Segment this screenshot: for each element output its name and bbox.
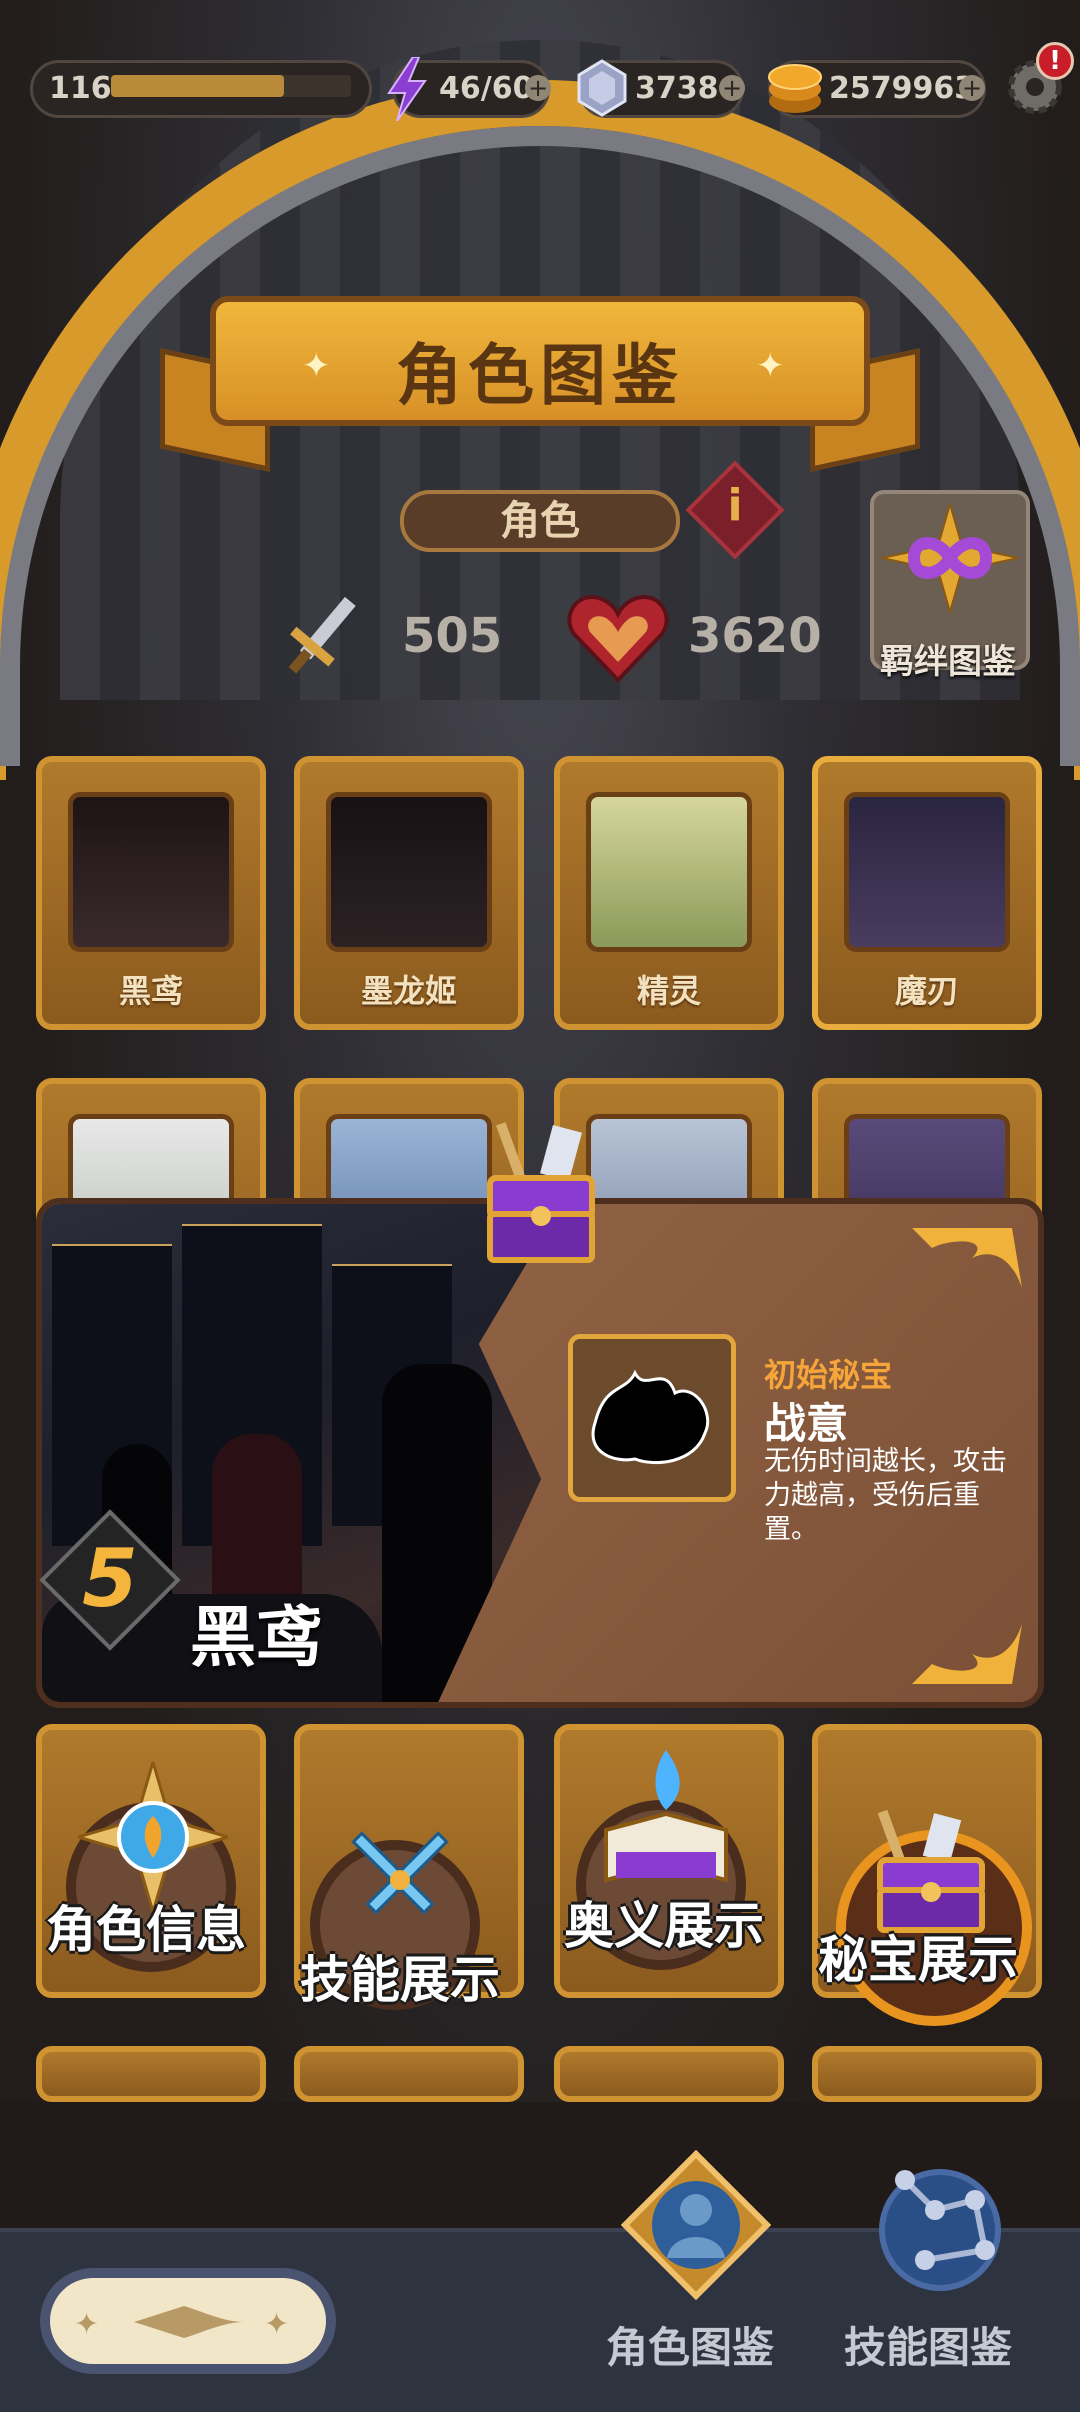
infinity-icon — [881, 504, 1019, 614]
gem-icon — [577, 59, 627, 117]
secret-showcase-label: 奥义展示 — [564, 1897, 764, 1955]
nav-character-book-label: 角色图鉴 — [606, 2323, 775, 2372]
character-book-icon — [621, 2150, 771, 2300]
character-info-label: 角色信息 — [46, 1901, 246, 1959]
heart-icon — [567, 595, 669, 683]
rank-number: 5 — [82, 1532, 138, 1625]
top-bar: 116 46/60 + 3738 + 2579963 + ! — [0, 0, 1080, 170]
gold-counter[interactable]: 2579963 + — [768, 60, 986, 118]
energy-plus-button[interactable]: + — [525, 75, 551, 101]
health-value: 3620 — [688, 608, 822, 664]
sword-icon — [288, 596, 356, 674]
character-card[interactable]: 黑鸢 — [36, 756, 266, 1030]
sparkle-icon: ✦ — [756, 346, 785, 386]
level-bar: 116 — [30, 60, 372, 118]
magic-book-icon — [604, 1750, 728, 1883]
gem-plus-button[interactable]: + — [719, 75, 745, 101]
character-card[interactable]: 精灵 — [554, 756, 784, 1030]
treasure-showcase-label: 秘宝展示 — [818, 1931, 1018, 1989]
treasure-chest-icon — [487, 1122, 595, 1263]
constellation-icon — [879, 2169, 1001, 2291]
nav-character-book[interactable]: 角色图鉴 — [596, 2150, 796, 2400]
gold-value: 2579963 — [829, 71, 976, 106]
popup-character-name: 黑鸢 — [190, 1599, 322, 1676]
skill-showcase-label: 技能展示 — [300, 1951, 500, 2009]
notification-badge: ! — [1036, 42, 1074, 80]
attack-value: 505 — [402, 608, 503, 664]
treasure-silhouette-icon — [591, 1369, 710, 1465]
nav-skill-book[interactable]: 技能图鉴 — [840, 2150, 1040, 2400]
gem-value: 3738 — [635, 71, 719, 106]
character-portrait — [68, 792, 234, 952]
crossed-swords-icon — [351, 1831, 449, 1915]
character-info-button[interactable]: 角色信息 — [44, 1762, 264, 1982]
secret-showcase-button[interactable]: 奥义展示 — [556, 1740, 786, 1970]
skill-showcase-button[interactable]: 技能展示 — [300, 1820, 530, 2040]
gem-counter[interactable]: 3738 + — [577, 59, 745, 118]
treasure-showcase-button[interactable]: 秘宝展示 — [812, 1810, 1052, 2040]
character-portrait — [844, 792, 1010, 952]
tab-characters[interactable]: 角色 — [400, 490, 680, 552]
character-portrait — [326, 792, 492, 952]
nav-skill-book-label: 技能图鉴 — [844, 2323, 1013, 2372]
level-number: 116 — [49, 71, 112, 106]
settings-button[interactable]: ! — [1004, 42, 1074, 118]
character-card[interactable] — [554, 2046, 784, 2102]
title-banner: ✦ 角色图鉴 ✦ — [210, 296, 870, 426]
character-card[interactable] — [294, 2046, 524, 2102]
corner-ornament-icon — [912, 1624, 1022, 1684]
character-name: 黑鸢 — [118, 972, 183, 1010]
back-button[interactable]: ✦ ✦ — [40, 2268, 336, 2374]
energy-bolt-icon — [387, 57, 427, 121]
health-stat: 3620 — [566, 586, 846, 686]
energy-value: 46/60 — [439, 71, 534, 106]
character-name: 墨龙姬 — [360, 972, 457, 1010]
character-card[interactable] — [812, 2046, 1042, 2102]
energy-counter[interactable]: 46/60 + — [387, 57, 551, 121]
svg-text:✦: ✦ — [264, 2307, 289, 2342]
svg-text:✦: ✦ — [74, 2307, 99, 2342]
figure-silhouette — [382, 1364, 492, 1702]
character-name: 精灵 — [636, 972, 701, 1010]
back-arrow-icon: ✦ ✦ — [74, 2306, 289, 2342]
bond-book-label: 羁绊图鉴 — [880, 642, 1016, 682]
treasure-name: 战意 — [764, 1399, 849, 1448]
info-icon: i — [727, 480, 743, 531]
gold-coins-icon — [768, 64, 822, 113]
character-name: 魔刃 — [894, 972, 959, 1010]
treasure-description: 无伤时间越长，攻击力越高，受伤后重置。 — [764, 1446, 1007, 1545]
level-progress-fill — [111, 75, 284, 97]
character-card[interactable] — [36, 2046, 266, 2102]
level-progress-track — [111, 75, 351, 97]
gold-plus-button[interactable]: + — [959, 75, 985, 101]
character-card[interactable]: 墨龙姬 — [294, 756, 524, 1030]
character-card[interactable]: 魔刃 — [812, 756, 1042, 1030]
attack-stat: 505 — [270, 586, 530, 686]
treasure-slot[interactable] — [568, 1334, 736, 1502]
character-portrait — [586, 792, 752, 952]
corner-ornament-icon — [912, 1228, 1022, 1288]
